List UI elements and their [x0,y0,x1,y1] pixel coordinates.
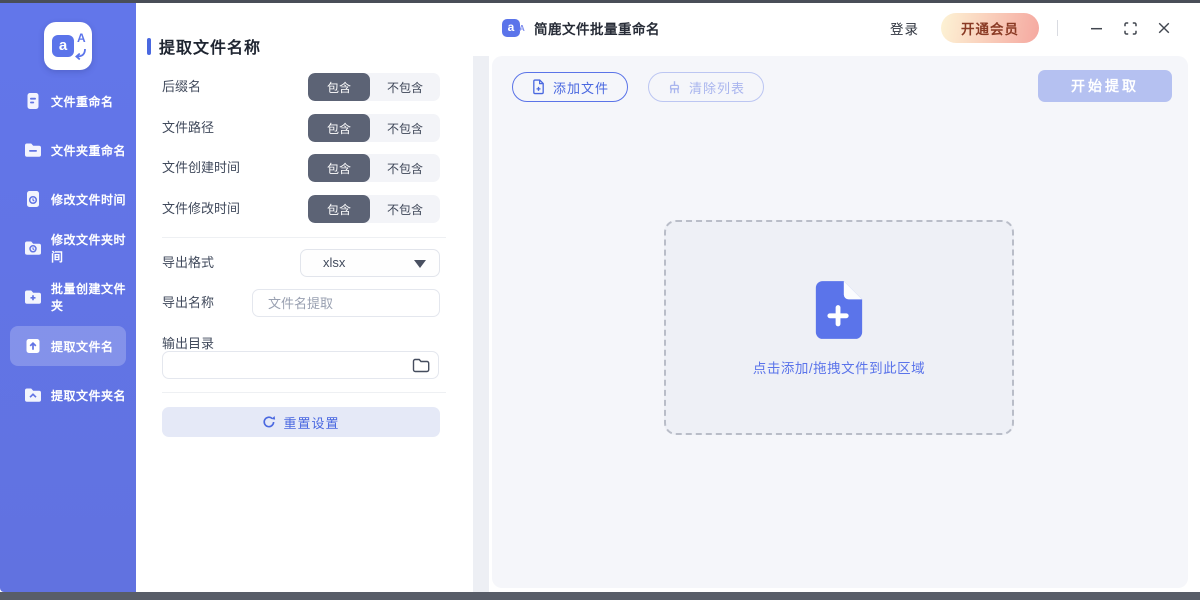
sidebar-item-label: 文件重命名 [51,93,114,110]
start-extract-button[interactable]: 开始提取 [1038,70,1172,102]
extract-file-icon [23,336,43,356]
toggle-option-not-include[interactable]: 不包含 [370,114,440,142]
sidebar-item-label: 修改文件夹时间 [51,231,126,265]
modify-time-toggle[interactable]: 包含 不包含 [308,195,440,223]
sidebar-item-folder-time[interactable]: 修改文件夹时间 [10,228,126,268]
file-plus-icon [812,279,866,341]
minimize-icon [1090,22,1103,35]
close-icon [1157,21,1171,35]
file-list-toolbar: 添加文件 清除列表 开始提取 [512,70,1172,104]
sidebar-item-extract-foldername[interactable]: 提取文件夹名 [10,375,126,415]
window-bottom-edge [0,592,1200,600]
clear-list-button[interactable]: 清除列表 [648,72,764,102]
settings-title: 提取文件名称 [147,34,261,58]
logo-swap-arrow-icon [73,48,87,61]
main-panel: a A 简鹿文件批量重命名 登录 开通会员 [489,3,1200,592]
divider [162,237,446,238]
maximize-icon [1124,22,1137,35]
titlebar: a A 简鹿文件批量重命名 登录 开通会员 [489,3,1200,53]
clear-list-label: 清除列表 [689,78,745,97]
sidebar-item-folder-rename[interactable]: 文件夹重命名 [10,130,126,170]
toggle-option-include[interactable]: 包含 [308,73,370,101]
scrollbar-track[interactable] [473,56,489,592]
maximize-button[interactable] [1118,16,1142,40]
create-time-label: 文件创建时间 [162,154,240,182]
titlebar-logo-letter: a [502,19,520,37]
app-titlebar-icon: a A [502,18,526,39]
export-name-input[interactable] [252,289,440,317]
settings-panel: 提取文件名称 后缀名 包含 不包含 文件路径 包含 不包含 文件创建时间 包含 … [136,3,473,592]
export-format-select[interactable]: xlsx [300,249,440,277]
suffix-toggle[interactable]: 包含 不包含 [308,73,440,101]
add-files-label: 添加文件 [553,78,609,97]
sidebar-item-batch-create-folder[interactable]: 批量创建文件夹 [10,277,126,317]
file-rename-icon [23,91,43,111]
sidebar: a A 文件重命名 文件夹重命名 [0,3,136,592]
suffix-label: 后缀名 [162,73,201,101]
toggle-option-include[interactable]: 包含 [308,195,370,223]
window-title: 简鹿文件批量重命名 [534,18,660,38]
export-format-value: xlsx [323,255,345,270]
file-dropzone[interactable]: 点击添加/拖拽文件到此区域 [664,220,1014,435]
login-link[interactable]: 登录 [890,18,919,38]
logo-letter-box: a [52,35,74,57]
sidebar-item-file-rename[interactable]: 文件重命名 [10,81,126,121]
broom-icon [667,80,682,95]
folder-browse-icon[interactable] [412,358,430,373]
folder-rename-icon [23,140,43,160]
chevron-down-icon [414,260,426,268]
sidebar-item-label: 修改文件时间 [51,191,126,208]
folder-time-icon [23,238,43,258]
titlebar-logo-letter-alt: A [519,24,525,33]
dropzone-hint: 点击添加/拖拽文件到此区域 [753,357,925,377]
toggle-option-not-include[interactable]: 不包含 [370,195,440,223]
sidebar-item-extract-filename[interactable]: 提取文件名 [10,326,126,366]
toggle-option-not-include[interactable]: 不包含 [370,154,440,182]
reset-settings-label: 重置设置 [283,413,339,432]
reset-settings-button[interactable]: 重置设置 [162,407,440,437]
modify-time-label: 文件修改时间 [162,195,240,223]
sidebar-item-label: 提取文件夹名 [51,387,126,404]
toggle-option-include[interactable]: 包含 [308,154,370,182]
toggle-option-not-include[interactable]: 不包含 [370,73,440,101]
divider [162,392,446,393]
sidebar-item-file-time[interactable]: 修改文件时间 [10,179,126,219]
filepath-label: 文件路径 [162,114,214,142]
minimize-button[interactable] [1084,16,1108,40]
output-dir-input[interactable] [162,351,439,379]
create-time-toggle[interactable]: 包含 不包含 [308,154,440,182]
file-add-icon [531,79,546,95]
title-accent-bar [147,38,151,55]
close-button[interactable] [1152,16,1176,40]
add-files-button[interactable]: 添加文件 [512,72,628,102]
logo-letter-alt: A [77,31,86,45]
open-membership-button[interactable]: 开通会员 [941,13,1039,43]
sidebar-item-label: 提取文件名 [51,338,114,355]
export-name-label: 导出名称 [162,289,214,317]
file-list-card: 添加文件 清除列表 开始提取 点击添加/拖拽文件到此区域 [492,56,1188,588]
sidebar-item-label: 批量创建文件夹 [51,280,126,314]
sidebar-nav: 文件重命名 文件夹重命名 修改文件时间 修改文件夹时间 [0,81,136,424]
titlebar-divider [1057,20,1058,36]
filepath-toggle[interactable]: 包含 不包含 [308,114,440,142]
refresh-icon [262,415,276,429]
settings-title-text: 提取文件名称 [159,34,261,58]
extract-folder-icon [23,385,43,405]
export-format-label: 导出格式 [162,249,214,277]
folder-plus-icon [23,287,43,307]
toggle-option-include[interactable]: 包含 [308,114,370,142]
sidebar-item-label: 文件夹重命名 [51,142,126,159]
file-time-icon [23,189,43,209]
app-logo: a A [44,22,92,70]
